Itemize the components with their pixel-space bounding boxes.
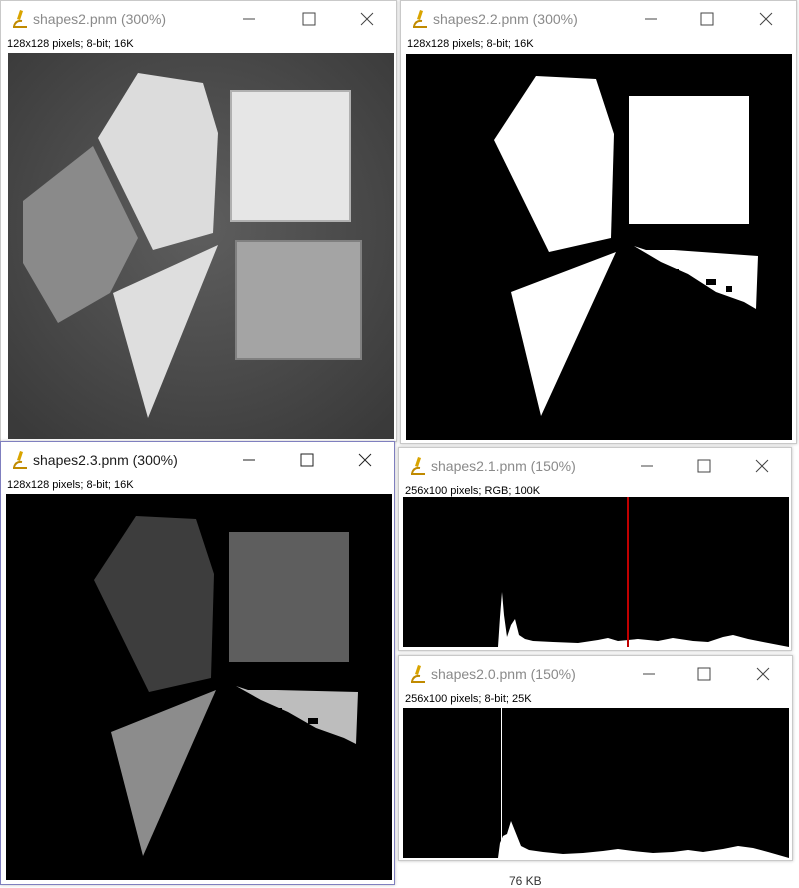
image-canvas[interactable]	[6, 494, 392, 880]
shape-square-bright	[230, 90, 351, 222]
labeled-region-2	[229, 532, 349, 662]
image-info: 256x100 pixels; 8-bit; 25K	[405, 693, 532, 705]
image-info: 128x128 pixels; 8-bit; 16K	[7, 479, 134, 491]
binary-hole	[671, 269, 679, 275]
minimize-icon[interactable]	[639, 7, 663, 31]
close-icon[interactable]	[754, 7, 778, 31]
title-bar[interactable]: shapes2.0.pnm (150%)	[399, 656, 792, 692]
window-title: shapes2.pnm (300%)	[33, 11, 167, 27]
image-window-shapes2-3[interactable]: shapes2.3.pnm (300%) 128x128 pixels; 8-b…	[0, 441, 395, 885]
labeled-region-hole	[274, 708, 282, 714]
binary-shape-triangle	[511, 252, 616, 416]
close-icon[interactable]	[751, 662, 775, 686]
minimize-icon[interactable]	[637, 662, 661, 686]
histogram-window-shapes2-1[interactable]: shapes2.1.pnm (150%) 256x100 pixels; RGB…	[398, 447, 792, 651]
image-info: 128x128 pixels; 8-bit; 16K	[407, 38, 534, 50]
histogram-area	[403, 821, 789, 858]
imagej-microscope-icon	[411, 665, 425, 683]
imagej-microscope-icon	[411, 457, 425, 475]
labeled-region-1	[94, 516, 214, 692]
title-bar[interactable]: shapes2.2.pnm (300%)	[401, 1, 796, 37]
binary-shape-square	[629, 96, 749, 224]
window-title: shapes2.0.pnm (150%)	[431, 666, 576, 682]
image-canvas[interactable]	[8, 53, 394, 439]
histogram-window-shapes2-0[interactable]: shapes2.0.pnm (150%) 256x100 pixels; 8-b…	[398, 655, 793, 861]
imagej-microscope-icon	[13, 451, 27, 469]
close-icon[interactable]	[750, 454, 774, 478]
image-window-shapes2-2[interactable]: shapes2.2.pnm (300%) 128x128 pixels; 8-b…	[400, 0, 797, 444]
binary-shape-hexagon	[494, 76, 614, 252]
binary-hole	[726, 286, 732, 292]
window-title: shapes2.3.pnm (300%)	[33, 452, 178, 468]
maximize-icon[interactable]	[692, 662, 716, 686]
histogram-canvas[interactable]	[403, 497, 789, 647]
maximize-icon[interactable]	[692, 454, 716, 478]
image-canvas[interactable]	[406, 54, 792, 440]
window-title: shapes2.2.pnm (300%)	[433, 11, 578, 27]
labeled-region-4	[236, 686, 358, 744]
binary-hole	[706, 279, 716, 285]
image-window-shapes2[interactable]: shapes2.pnm (300%) 128x128 pixels; 8-bit…	[0, 0, 397, 442]
title-bar[interactable]: shapes2.1.pnm (150%)	[399, 448, 791, 484]
minimize-icon[interactable]	[635, 454, 659, 478]
maximize-icon[interactable]	[295, 448, 319, 472]
maximize-icon[interactable]	[695, 7, 719, 31]
image-info: 128x128 pixels; 8-bit; 16K	[7, 38, 134, 50]
maximize-icon[interactable]	[297, 7, 321, 31]
labeled-region-3	[111, 690, 216, 856]
labeled-region-hole	[308, 718, 318, 724]
title-bar[interactable]: shapes2.pnm (300%)	[1, 1, 396, 37]
histogram-threshold-marker	[627, 497, 629, 647]
histogram-threshold-marker	[501, 708, 502, 858]
close-icon[interactable]	[353, 448, 377, 472]
image-info: 256x100 pixels; RGB; 100K	[405, 485, 541, 497]
histogram-area	[403, 592, 789, 647]
shape-square-mid	[235, 240, 362, 360]
histogram-canvas[interactable]	[403, 708, 789, 858]
minimize-icon[interactable]	[237, 448, 261, 472]
close-icon[interactable]	[355, 7, 379, 31]
binary-shape-partial-square	[634, 246, 758, 309]
title-bar[interactable]: shapes2.3.pnm (300%)	[1, 442, 394, 478]
window-title: shapes2.1.pnm (150%)	[431, 458, 576, 474]
imagej-microscope-icon	[413, 10, 427, 28]
file-size-label: 76 KB	[509, 874, 542, 888]
minimize-icon[interactable]	[237, 7, 261, 31]
imagej-microscope-icon	[13, 10, 27, 28]
